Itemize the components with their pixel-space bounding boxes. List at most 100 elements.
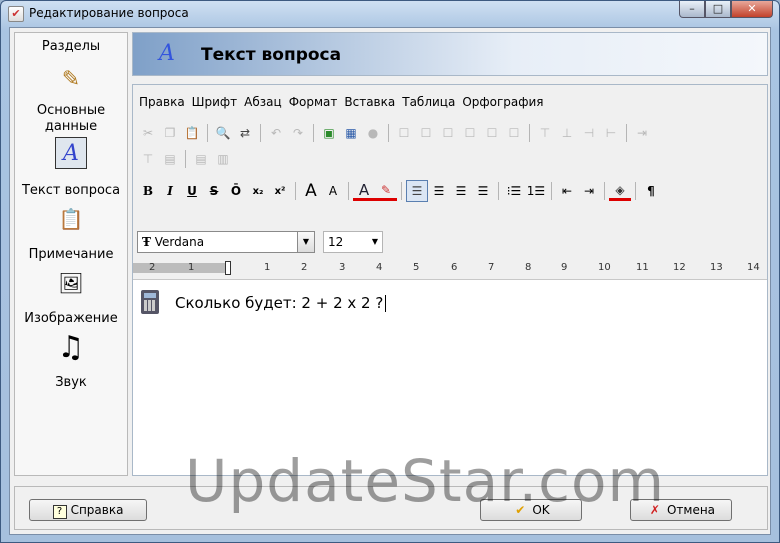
insert-row-icon[interactable]: ⊤ bbox=[534, 122, 556, 144]
dialog-footer: ? Справка ✔ OK ✗ Отмена bbox=[14, 486, 768, 530]
paragraph-marks-button[interactable]: ¶ bbox=[640, 180, 662, 202]
shrink-font-button[interactable]: A bbox=[322, 180, 344, 202]
toolbar-separator bbox=[313, 124, 314, 142]
toolbar-separator bbox=[348, 182, 349, 200]
dialog-client: Разделы ✎ Основные данные A Текст вопрос… bbox=[9, 27, 771, 535]
menu-font[interactable]: Шрифт bbox=[192, 95, 238, 109]
align-right-button[interactable]: ☰ bbox=[450, 180, 472, 202]
font-color-button[interactable]: A bbox=[353, 181, 375, 201]
fill-color-icon[interactable]: ◈ bbox=[609, 181, 631, 201]
ruler-label: 3 bbox=[339, 262, 346, 273]
ruler-label: 7 bbox=[488, 262, 495, 273]
grow-font-button[interactable]: A bbox=[300, 180, 322, 202]
bold-button[interactable]: B bbox=[137, 180, 159, 202]
image-icon[interactable]: 🖼 bbox=[55, 267, 87, 299]
clipboard-icon[interactable]: 📋 bbox=[55, 203, 87, 235]
font-family-select[interactable]: Ŧ Verdana ▼ bbox=[137, 231, 315, 253]
delete-column-icon[interactable]: ⇥ bbox=[631, 122, 653, 144]
highlight-button[interactable]: ✎ bbox=[375, 181, 397, 201]
table-cell-icon[interactable]: ☐ bbox=[459, 122, 481, 144]
table-cell-icon[interactable]: ☐ bbox=[503, 122, 525, 144]
sidebar-item-basic-data[interactable]: Основные данные bbox=[15, 103, 127, 135]
table-cell-icon[interactable]: ☐ bbox=[393, 122, 415, 144]
pencil-icon[interactable]: ✎ bbox=[55, 63, 87, 95]
ruler-label: 4 bbox=[376, 262, 383, 273]
menu-insert[interactable]: Вставка bbox=[344, 95, 395, 109]
ruler-label: 1 bbox=[264, 262, 271, 273]
font-size-value: 12 bbox=[328, 235, 344, 249]
align-left-button[interactable]: ☰ bbox=[406, 180, 428, 202]
text-a-icon[interactable]: A bbox=[55, 137, 87, 169]
cancel-button[interactable]: ✗ Отмена bbox=[630, 499, 732, 521]
toolbar-separator bbox=[551, 182, 552, 200]
merge-cells-icon[interactable]: ▤ bbox=[190, 148, 212, 170]
insert-table-icon[interactable]: ▦ bbox=[340, 122, 362, 144]
cancel-button-label: Отмена bbox=[666, 503, 716, 517]
page-title: Текст вопроса bbox=[201, 45, 342, 65]
paste-icon[interactable]: 📋 bbox=[181, 122, 203, 144]
overline-button[interactable]: Ō bbox=[225, 180, 247, 202]
replace-icon[interactable]: ⇄ bbox=[234, 122, 256, 144]
question-text-value: Сколько будет: 2 + 2 x 2 ? bbox=[175, 294, 384, 312]
insert-column-icon[interactable]: ⊢ bbox=[600, 122, 622, 144]
help-button[interactable]: ? Справка bbox=[29, 499, 147, 521]
menu-spelling[interactable]: Орфография bbox=[462, 95, 543, 109]
editor-content[interactable]: Сколько будет: 2 + 2 x 2 ? bbox=[133, 279, 767, 475]
question-text[interactable]: Сколько будет: 2 + 2 x 2 ? bbox=[175, 294, 387, 312]
toolbar-separator bbox=[295, 182, 296, 200]
table-cell-icon[interactable]: ☐ bbox=[415, 122, 437, 144]
copy-icon[interactable]: ❐ bbox=[159, 122, 181, 144]
table-cell-icon[interactable]: ☐ bbox=[437, 122, 459, 144]
table-cell-icon[interactable]: ☐ bbox=[481, 122, 503, 144]
strikethrough-button[interactable]: S bbox=[203, 180, 225, 202]
ruler-label: 2 bbox=[149, 262, 156, 273]
table-props-icon[interactable]: ▤ bbox=[159, 148, 181, 170]
music-note-icon[interactable]: ♫ bbox=[55, 330, 87, 365]
italic-button[interactable]: I bbox=[159, 180, 181, 202]
toolbar-separator bbox=[635, 182, 636, 200]
insert-image-icon[interactable]: ▣ bbox=[318, 122, 340, 144]
menu-format[interactable]: Формат bbox=[289, 95, 338, 109]
align-justify-button[interactable]: ☰ bbox=[472, 180, 494, 202]
insert-row-icon[interactable]: ⊥ bbox=[556, 122, 578, 144]
toolbar-separator bbox=[207, 124, 208, 142]
outdent-icon[interactable]: ⇤ bbox=[556, 180, 578, 202]
numbered-list-icon[interactable]: 1☰ bbox=[525, 180, 547, 202]
sidebar-item-sound[interactable]: Звук bbox=[15, 375, 127, 391]
insert-column-icon[interactable]: ⊣ bbox=[578, 122, 600, 144]
ruler-label: 8 bbox=[525, 262, 532, 273]
maximize-button[interactable]: □ bbox=[705, 1, 731, 18]
undo-icon[interactable]: ↶ bbox=[265, 122, 287, 144]
ruler[interactable]: 2 1 1 2 3 4 5 6 7 8 9 10 11 12 13 14 bbox=[133, 261, 767, 275]
insert-object-icon[interactable]: ● bbox=[362, 122, 384, 144]
subscript-button[interactable]: x₂ bbox=[247, 180, 269, 202]
redo-icon[interactable]: ↷ bbox=[287, 122, 309, 144]
minimize-button[interactable]: – bbox=[679, 1, 705, 18]
menu-edit[interactable]: Правка bbox=[139, 95, 185, 109]
align-center-button[interactable]: ☰ bbox=[428, 180, 450, 202]
toolbar-separator bbox=[388, 124, 389, 142]
underline-button[interactable]: U bbox=[181, 180, 203, 202]
font-size-select[interactable]: 12 ▼ bbox=[323, 231, 383, 253]
chevron-down-icon[interactable]: ▼ bbox=[372, 232, 378, 252]
title-bar: ✔ Редактирование вопроса – □ ✕ bbox=[1, 1, 779, 27]
chevron-down-icon[interactable]: ▼ bbox=[297, 232, 314, 252]
sidebar-item-note[interactable]: Примечание bbox=[15, 247, 127, 263]
menu-paragraph[interactable]: Абзац bbox=[244, 95, 282, 109]
menu-table[interactable]: Таблица bbox=[402, 95, 455, 109]
ruler-label: 13 bbox=[710, 262, 723, 273]
sidebar-item-image[interactable]: Изображение bbox=[15, 311, 127, 327]
bullet-list-icon[interactable]: ⁝☰ bbox=[503, 180, 525, 202]
toolbar-separator bbox=[604, 182, 605, 200]
cut-icon[interactable]: ✂ bbox=[137, 122, 159, 144]
delete-row-icon[interactable]: ⊤ bbox=[137, 148, 159, 170]
ruler-label: 1 bbox=[188, 262, 195, 273]
sidebar-item-question-text[interactable]: Текст вопроса bbox=[15, 183, 127, 199]
superscript-button[interactable]: x² bbox=[269, 180, 291, 202]
ok-button[interactable]: ✔ OK bbox=[480, 499, 582, 521]
indent-icon[interactable]: ⇥ bbox=[578, 180, 600, 202]
indent-marker[interactable] bbox=[225, 261, 231, 275]
close-button[interactable]: ✕ bbox=[731, 1, 773, 18]
split-cells-icon[interactable]: ▥ bbox=[212, 148, 234, 170]
find-icon[interactable]: 🔍 bbox=[212, 122, 234, 144]
